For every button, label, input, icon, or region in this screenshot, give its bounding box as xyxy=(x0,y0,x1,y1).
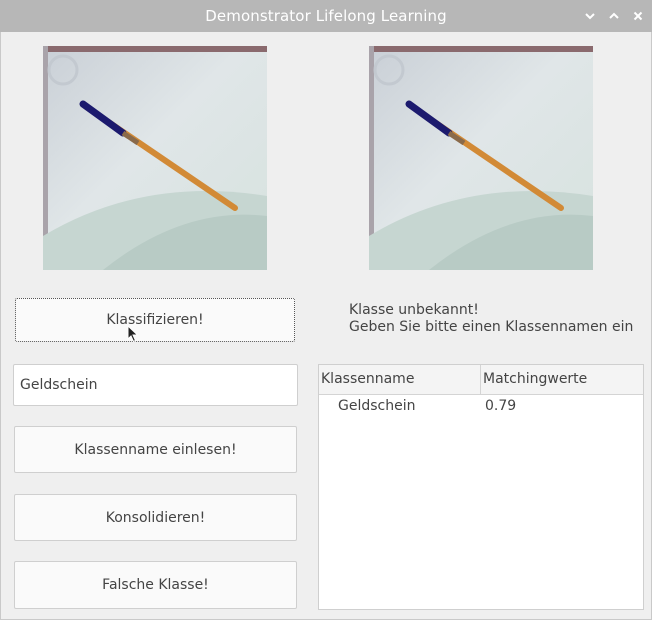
column-header-matching-values[interactable]: Matchingwerte xyxy=(481,365,643,394)
status-message-line1: Klasse unbekannt! xyxy=(349,302,479,318)
status-message-line2: Geben Sie bitte einen Klassennamen ein xyxy=(349,319,634,335)
read-class-name-button[interactable]: Klassenname einlesen! xyxy=(14,426,297,473)
chevron-up-icon xyxy=(609,12,619,19)
minimize-button[interactable] xyxy=(582,8,598,24)
column-header-class-name[interactable]: Klassenname xyxy=(319,365,481,394)
cell-class-name: Geldschein xyxy=(338,398,416,414)
table-row[interactable]: Geldschein 0.79 xyxy=(319,395,643,417)
close-button[interactable] xyxy=(630,8,646,24)
camera-image-live xyxy=(43,46,267,270)
match-results-table[interactable]: Klassenname Matchingwerte Geldschein 0.7… xyxy=(318,364,644,610)
main-window-content: Klassifizieren! Klassenname einlesen! Ko… xyxy=(0,32,652,620)
table-header: Klassenname Matchingwerte xyxy=(319,365,643,395)
pen-photo-left xyxy=(43,46,267,270)
consolidate-button[interactable]: Konsolidieren! xyxy=(14,494,297,541)
maximize-button[interactable] xyxy=(606,8,622,24)
chevron-down-icon xyxy=(585,13,595,20)
mouse-pointer-icon xyxy=(127,325,139,343)
window-title: Demonstrator Lifelong Learning xyxy=(205,7,447,25)
cell-matching-value: 0.79 xyxy=(485,398,517,414)
status-message: Klasse unbekannt! Geben Sie bitte einen … xyxy=(349,302,633,336)
pen-photo-right xyxy=(369,46,593,270)
classify-button[interactable]: Klassifizieren! xyxy=(15,298,295,342)
class-name-input[interactable] xyxy=(13,364,298,406)
window-titlebar[interactable]: Demonstrator Lifelong Learning xyxy=(0,0,652,32)
wrong-class-button[interactable]: Falsche Klasse! xyxy=(14,561,297,609)
camera-image-processed xyxy=(369,46,593,270)
close-icon xyxy=(633,11,643,21)
window-controls xyxy=(582,0,646,32)
